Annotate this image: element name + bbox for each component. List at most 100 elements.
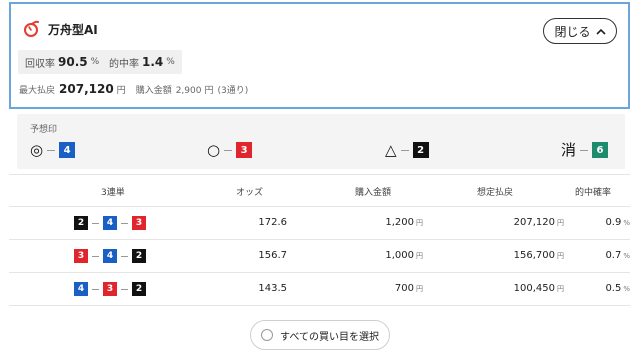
boat-badge: 3: [132, 216, 146, 230]
col-purchase: 購入金額: [355, 188, 392, 198]
yen-unit: 円: [416, 219, 423, 227]
return-rate-unit: %: [90, 57, 100, 67]
max-payout-unit: 円: [116, 86, 126, 96]
yen-unit: 円: [416, 252, 423, 260]
probability-value: 0.7: [605, 250, 622, 261]
eliminate-mark: 消: [561, 140, 577, 159]
table-row[interactable]: 2 4 3 172.6 1,200 円 207,120 円 0.9%: [9, 207, 630, 240]
purchase-value: 2,900: [175, 86, 202, 96]
purchase-cell: 1,200 円: [385, 217, 423, 228]
return-rate-chip: 回収率 90.5 %: [18, 50, 107, 74]
max-payout-label: 最大払戻: [19, 86, 56, 96]
yen-unit: 円: [416, 285, 423, 293]
hit-rate-value: 1.4: [142, 55, 164, 69]
dash: [92, 288, 99, 290]
payout-cell: 207,120 円: [514, 217, 564, 228]
hit-rate-unit: %: [166, 57, 175, 67]
payout-cell: 156,700 円: [514, 250, 564, 261]
probability-cell: 0.9%: [605, 217, 630, 228]
hit-rate-chip: 的中率 1.4 %: [102, 50, 182, 74]
max-payout-value: 207,120: [59, 82, 114, 96]
dash: [224, 149, 233, 151]
double-circle-mark: ◎: [30, 140, 44, 159]
purchase-label: 購入金額: [135, 86, 172, 96]
payout-value: 207,120: [513, 217, 555, 228]
probability-value: 0.5: [605, 283, 622, 294]
purchase-value: 700: [394, 283, 414, 294]
return-rate-value: 90.5: [58, 55, 88, 69]
dash: [121, 255, 128, 257]
table-row[interactable]: 3 4 2 156.7 1,000 円 156,700 円 0.7%: [9, 240, 630, 273]
bet-table: 3連単 オッズ 購入金額 想定払戻 的中確率 2 4 3 172.6 1,200 円 207…: [9, 174, 630, 306]
purchase-value: 1,200: [385, 217, 414, 228]
purchase-unit: 円: [204, 86, 214, 96]
chevron-up-icon: [595, 24, 606, 38]
odds-cell: 143.5: [258, 283, 287, 294]
triangle-mark: △: [385, 140, 397, 159]
payout-summary: 最大払戻 207,120 円 購入金額 2,900 円 (3通り): [19, 82, 248, 96]
yen-unit: 円: [557, 219, 564, 227]
boat-badge: 2: [132, 282, 146, 296]
circle-mark: ○: [207, 140, 221, 159]
percent-unit: %: [623, 219, 630, 227]
boat-badge: 2: [412, 142, 429, 158]
combo-count: (3通り): [217, 86, 249, 96]
hit-rate-label: 的中率: [109, 58, 139, 70]
boat-badge: 4: [103, 249, 117, 263]
close-label: 閉じる: [554, 24, 591, 39]
brand-title: 万舟型AI: [48, 22, 98, 37]
dash: [580, 149, 589, 151]
brand-logo-icon: [23, 20, 39, 38]
odds-value: 172.6: [258, 217, 287, 228]
boat-badge: 4: [103, 216, 117, 230]
select-all-button[interactable]: すべての買い目を選択: [250, 320, 390, 350]
odds-cell: 156.7: [258, 250, 287, 261]
odds-value: 143.5: [258, 283, 287, 294]
col-expected-payout: 想定払戻: [477, 188, 514, 198]
table-header: 3連単 オッズ 購入金額 想定払戻 的中確率: [9, 174, 630, 207]
payout-value: 100,450: [513, 283, 555, 294]
purchase-cell: 700 円: [395, 283, 423, 294]
probability-cell: 0.5%: [605, 283, 630, 294]
boat-badge: 4: [59, 142, 76, 158]
boat-badge: 3: [74, 249, 88, 263]
dash: [92, 255, 99, 257]
prediction-mark-honmei: ◎ 4: [30, 140, 76, 159]
boat-badge: 3: [236, 142, 253, 158]
yen-unit: 円: [557, 252, 564, 260]
dash: [121, 288, 128, 290]
probability-value: 0.9: [605, 217, 622, 228]
return-rate-label: 回収率: [25, 58, 55, 70]
dash: [121, 222, 128, 224]
trifecta-combo: 3 4 2: [74, 249, 146, 263]
dash: [47, 149, 56, 151]
prediction-mark-ana: △ 2: [385, 142, 429, 158]
col-hit-probability: 的中確率: [575, 188, 612, 198]
purchase-cell: 1,000 円: [385, 250, 423, 261]
prediction-label: 予想印: [30, 125, 58, 135]
col-trifecta: 3連単: [101, 188, 125, 198]
dash: [400, 149, 409, 151]
payout-value: 156,700: [513, 250, 555, 261]
boat-badge: 2: [74, 216, 88, 230]
table-row[interactable]: 4 3 2 143.5 700 円 100,450 円 0.5%: [9, 273, 630, 306]
boat-badge: 3: [103, 282, 117, 296]
boat-badge: 6: [592, 142, 609, 158]
brand: 万舟型AI: [23, 20, 98, 38]
prediction-marks: 予想印 ◎ 4 ○ 3 △ 2 消 6: [17, 114, 625, 169]
prediction-mark-kesu: 消 6: [561, 140, 609, 159]
boat-badge: 2: [132, 249, 146, 263]
odds-value: 156.7: [258, 250, 287, 261]
percent-unit: %: [623, 285, 630, 293]
odds-cell: 172.6: [258, 217, 287, 228]
probability-cell: 0.7%: [605, 250, 630, 261]
yen-unit: 円: [557, 285, 564, 293]
col-odds: オッズ: [236, 188, 264, 198]
purchase-value: 1,000: [385, 250, 414, 261]
radio-icon: [261, 329, 274, 341]
trifecta-combo: 4 3 2: [74, 282, 146, 296]
select-all-label: すべての買い目を選択: [280, 331, 379, 343]
percent-unit: %: [623, 252, 630, 260]
close-button[interactable]: 閉じる: [543, 18, 617, 44]
boat-badge: 4: [74, 282, 88, 296]
